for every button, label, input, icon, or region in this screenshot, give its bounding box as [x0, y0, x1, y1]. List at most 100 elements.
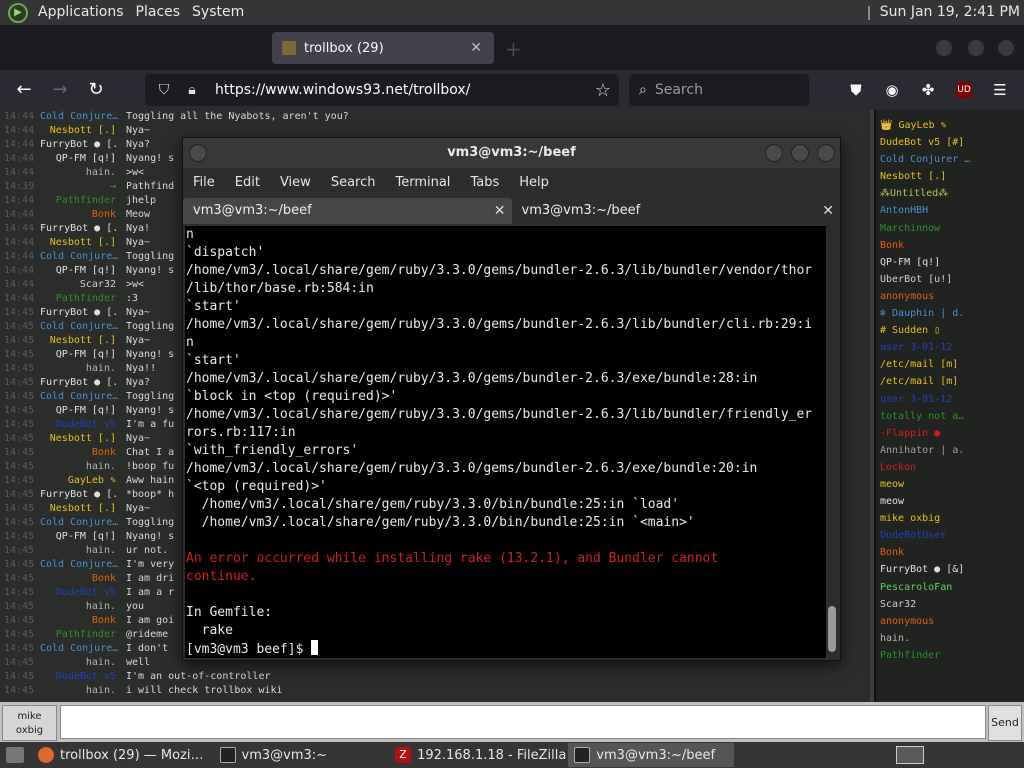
message-nick[interactable]: FurryBot ● [.: [40, 488, 126, 502]
hamburger-menu-icon[interactable]: ☰: [990, 80, 1010, 100]
user-list-item[interactable]: Scar32: [876, 596, 1024, 613]
user-list-item[interactable]: FurryBot ● [&]: [876, 561, 1024, 578]
message-nick[interactable]: Cold Conjure…: [40, 558, 126, 572]
menu-system[interactable]: System: [186, 0, 250, 25]
message-nick[interactable]: FurryBot ● [.: [40, 306, 126, 320]
message-nick[interactable]: Pathfinder: [40, 292, 126, 306]
message-nick[interactable]: Nesbott [.]: [40, 502, 126, 516]
maximize-icon[interactable]: [791, 144, 809, 162]
clock[interactable]: Sun Jan 19, 2:41 PM: [880, 0, 1020, 25]
url-text[interactable]: https://www.windows93.net/trollbox/: [215, 82, 470, 98]
show-desktop-button[interactable]: [0, 743, 30, 767]
menu-terminal[interactable]: Terminal: [395, 175, 450, 190]
user-list-item[interactable]: DudeBotUser: [876, 527, 1024, 544]
terminal-titlebar[interactable]: vm3@vm3:~/beef: [183, 138, 840, 168]
pocket-icon[interactable]: ⛊: [846, 80, 866, 100]
message-nick[interactable]: Nesbott [.]: [40, 236, 126, 250]
message-nick[interactable]: QP-FM [q!]: [40, 264, 126, 278]
url-bar[interactable]: ⛉ 🔒︎ https://www.windows93.net/trollbox/…: [145, 74, 619, 106]
scrollbar-thumb[interactable]: [828, 606, 836, 652]
user-list-item[interactable]: Marchinnow: [876, 220, 1024, 237]
user-list-item[interactable]: meow: [876, 493, 1024, 510]
send-button[interactable]: Send: [988, 705, 1022, 741]
user-list[interactable]: 👑 GayLeb ✎ DudeBot v5 [#] Cold Conjurer … N…: [874, 110, 1024, 702]
message-nick[interactable]: FurryBot ● [.: [40, 376, 126, 390]
terminal-prompt[interactable]: [vm3@vm3 beef]$: [186, 640, 826, 658]
menu-applications[interactable]: Applications: [32, 0, 130, 25]
message-nick[interactable]: QP-FM [q!]: [40, 152, 126, 166]
message-nick[interactable]: hain.: [40, 460, 126, 474]
message-nick[interactable]: hain.: [40, 544, 126, 558]
taskbar-item-filezilla[interactable]: Z 192.168.1.18 - FileZilla: [389, 743, 566, 767]
message-nick[interactable]: hain.: [40, 362, 126, 376]
shield-icon[interactable]: ⛉: [155, 82, 173, 98]
user-list-item[interactable]: ⁂Untitled⁂: [876, 185, 1024, 202]
message-nick[interactable]: DudeBot v5: [40, 418, 126, 432]
terminal-tab-2[interactable]: vm3@vm3:~/beef ✕: [512, 198, 841, 224]
maximize-window-icon[interactable]: [968, 40, 984, 56]
close-tab-icon[interactable]: ✕: [470, 40, 482, 56]
message-nick[interactable]: Cold Conjure…: [40, 110, 126, 124]
message-nick[interactable]: Bonk: [40, 208, 126, 222]
message-nick[interactable]: Cold Conjure…: [40, 642, 126, 656]
user-list-item[interactable]: Annihator | a.: [876, 442, 1024, 459]
reload-icon[interactable]: ↻: [84, 78, 108, 102]
message-nick[interactable]: Cold Conjure…: [40, 516, 126, 530]
browser-tab-trollbox[interactable]: trollbox (29) ✕: [272, 32, 494, 64]
message-nick[interactable]: Cold Conjure…: [40, 390, 126, 404]
minimize-icon[interactable]: [765, 144, 783, 162]
menu-places[interactable]: Places: [130, 0, 187, 25]
menu-edit[interactable]: Edit: [235, 175, 260, 190]
user-list-item[interactable]: user 3-01-12: [876, 391, 1024, 408]
message-input[interactable]: [60, 705, 986, 739]
message-nick[interactable]: Pathfinder: [40, 194, 126, 208]
new-tab-icon[interactable]: +: [505, 37, 522, 61]
user-list-item[interactable]: /etc/mail [m]: [876, 373, 1024, 390]
user-list-item[interactable]: AntonHBH: [876, 202, 1024, 219]
user-list-item[interactable]: # Sudden ▯: [876, 322, 1024, 339]
menu-tabs[interactable]: Tabs: [470, 175, 499, 190]
user-list-item[interactable]: -Flappin ●: [876, 425, 1024, 442]
close-tab-icon[interactable]: ✕: [494, 198, 506, 224]
message-nick[interactable]: →: [40, 180, 126, 194]
lock-icon[interactable]: 🔒︎: [183, 82, 201, 98]
user-list-item[interactable]: totally not a…: [876, 408, 1024, 425]
minimize-window-icon[interactable]: [936, 40, 952, 56]
close-tab-icon[interactable]: ✕: [822, 198, 834, 224]
user-list-item[interactable]: Pathfinder: [876, 647, 1024, 664]
forward-icon[interactable]: →: [48, 78, 72, 102]
message-nick[interactable]: Nesbott [.]: [40, 124, 126, 138]
terminal-scrollbar[interactable]: [826, 226, 838, 658]
user-list-item[interactable]: 👑 GayLeb ✎: [876, 117, 1024, 134]
message-nick[interactable]: DudeBot v5: [40, 586, 126, 600]
user-list-item[interactable]: anonymous: [876, 613, 1024, 630]
message-nick[interactable]: Pathfinder: [40, 628, 126, 642]
message-nick[interactable]: Cold Conjure…: [40, 250, 126, 264]
menu-view[interactable]: View: [280, 175, 311, 190]
message-nick[interactable]: hain.: [40, 684, 126, 698]
window-menu-icon[interactable]: [189, 144, 207, 162]
message-nick[interactable]: FurryBot ● [.: [40, 138, 126, 152]
search-input[interactable]: ⌕ Search: [629, 74, 809, 106]
message-nick[interactable]: Cold Conjure…: [40, 320, 126, 334]
user-list-item[interactable]: QP-FM [q!]: [876, 254, 1024, 271]
close-icon[interactable]: [817, 144, 835, 162]
terminal-output[interactable]: n `dispatch' /home/vm3/.local/share/gem/ru…: [185, 226, 826, 658]
user-list-item[interactable]: UberBot [u!]: [876, 271, 1024, 288]
message-nick[interactable]: hain.: [40, 656, 126, 670]
user-list-item[interactable]: PescaroloFan: [876, 579, 1024, 596]
user-list-item[interactable]: Cold Conjurer …: [876, 151, 1024, 168]
user-list-item[interactable]: anonymous: [876, 288, 1024, 305]
message-nick[interactable]: Bonk: [40, 446, 126, 460]
message-nick[interactable]: hain.: [40, 166, 126, 180]
message-nick[interactable]: Nesbott [.]: [40, 334, 126, 348]
account-icon[interactable]: ◉: [882, 80, 902, 100]
taskbar-item-terminal-beef[interactable]: vm3@vm3:~/beef: [568, 743, 735, 767]
workspace-switcher-icon[interactable]: [896, 746, 924, 764]
extensions-icon[interactable]: ✤: [918, 80, 938, 100]
user-list-item[interactable]: Bonk: [876, 544, 1024, 561]
message-nick[interactable]: QP-FM [q!]: [40, 530, 126, 544]
user-list-item[interactable]: /etc/mail [m]: [876, 356, 1024, 373]
user-list-item[interactable]: hain.: [876, 630, 1024, 647]
bookmark-star-icon[interactable]: ☆: [595, 80, 611, 101]
